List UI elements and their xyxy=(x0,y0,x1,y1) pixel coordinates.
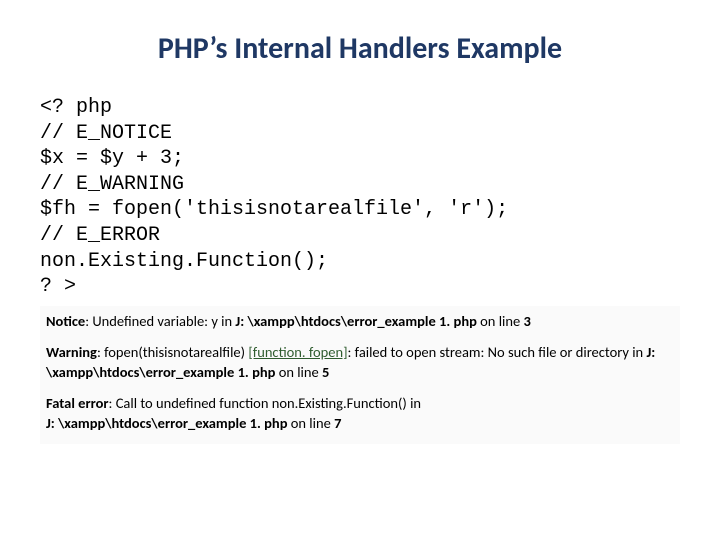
code-line: $x = $y + 3; xyxy=(40,147,184,170)
warning-online: on line xyxy=(279,363,322,381)
notice-label: Notice xyxy=(46,312,85,330)
slide-title: PHP’s Internal Handlers Example xyxy=(40,30,680,67)
code-line: ? > xyxy=(40,275,76,298)
code-block: <? php // E_NOTICE $x = $y + 3; // E_WAR… xyxy=(40,95,680,300)
code-line: // E_ERROR xyxy=(40,224,160,247)
notice-path: J: \xampp\htdocs\error_example 1. php xyxy=(235,312,480,330)
notice-line: 3 xyxy=(523,312,530,330)
output-block: Notice: Undefined variable: y in J: \xam… xyxy=(40,306,680,444)
fatal-path: J: \xampp\htdocs\error_example 1. php xyxy=(46,414,291,432)
fatal-mid: : Call to undefined function non.Existin… xyxy=(109,394,421,412)
code-line: <? php xyxy=(40,96,112,119)
output-fatal: Fatal error: Call to undefined function … xyxy=(46,394,674,433)
slide: PHP’s Internal Handlers Example <? php /… xyxy=(0,0,720,540)
code-line: // E_WARNING xyxy=(40,173,184,196)
warning-line: 5 xyxy=(322,363,329,381)
warning-mid: : failed to open stream: No such file or… xyxy=(348,343,647,361)
warning-pre: : fopen(thisisnotarealfile) xyxy=(97,343,248,361)
fatal-line: 7 xyxy=(334,414,341,432)
code-line: // E_NOTICE xyxy=(40,122,172,145)
notice-text: : Undefined variable: y in xyxy=(85,312,235,330)
notice-online: on line xyxy=(480,312,523,330)
code-line: $fh = fopen('thisisnotarealfile', 'r'); xyxy=(40,198,508,221)
output-notice: Notice: Undefined variable: y in J: \xam… xyxy=(46,312,674,332)
fatal-online: on line xyxy=(291,414,334,432)
warning-link: [function. fopen] xyxy=(248,343,347,361)
fatal-label: Fatal error xyxy=(46,394,109,412)
code-line: non.Existing.Function(); xyxy=(40,250,328,273)
warning-label: Warning xyxy=(46,343,97,361)
output-warning: Warning: fopen(thisisnotarealfile) [func… xyxy=(46,343,674,382)
